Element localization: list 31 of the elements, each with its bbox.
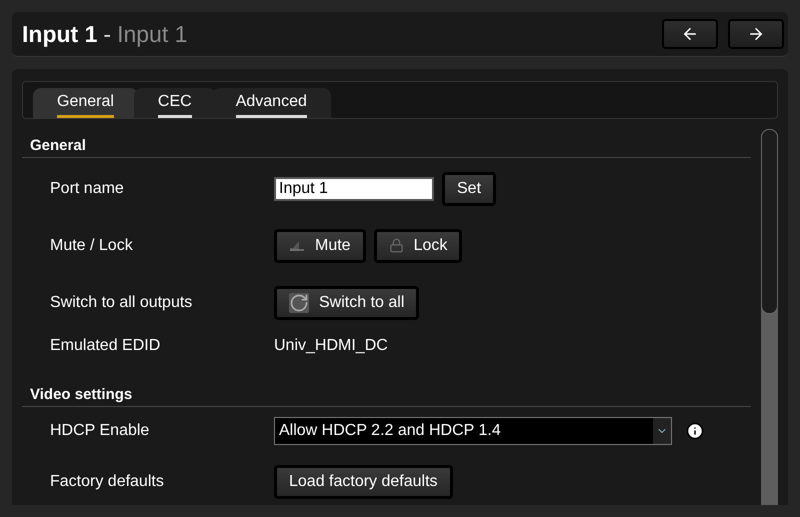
title-separator: - bbox=[103, 20, 112, 48]
speaker-muted-icon bbox=[289, 238, 305, 252]
field-label: Emulated EDID bbox=[49, 337, 162, 355]
set-button[interactable]: Set bbox=[442, 172, 496, 206]
info-icon[interactable] bbox=[686, 422, 704, 440]
previous-button[interactable] bbox=[662, 19, 718, 49]
field-value: Univ_HDMI_DC bbox=[274, 337, 388, 355]
section-heading: General bbox=[22, 135, 751, 158]
tab[interactable]: CEC bbox=[134, 88, 216, 118]
section-heading: Video settings bbox=[22, 384, 751, 407]
tab[interactable]: General bbox=[33, 88, 138, 118]
tab[interactable]: Advanced bbox=[212, 88, 331, 118]
action-button[interactable]: Load factory defaults bbox=[274, 464, 453, 498]
arrow-right-icon bbox=[747, 25, 765, 43]
hdcp-dropdown[interactable]: Allow HDCP 2.2 and HDCP 1.4 bbox=[274, 417, 672, 445]
scrollbar[interactable] bbox=[761, 129, 778, 505]
lock-icon bbox=[388, 238, 404, 253]
page-subtitle: Input 1 bbox=[117, 20, 188, 48]
scrollbar-thumb[interactable] bbox=[761, 129, 778, 314]
action-button[interactable]: Lock bbox=[374, 228, 462, 262]
field-label: Factory defaults bbox=[49, 472, 165, 490]
next-button[interactable] bbox=[728, 19, 784, 49]
port-name-field[interactable]: Input 1 bbox=[274, 176, 434, 200]
refresh-icon bbox=[289, 292, 309, 312]
field-label: Switch to all outputs bbox=[49, 294, 194, 312]
field-label: Mute / Lock bbox=[49, 236, 134, 254]
action-button[interactable]: Mute bbox=[274, 228, 366, 262]
field-label: Port name bbox=[49, 180, 125, 198]
page-title: Input 1 bbox=[22, 20, 98, 48]
field-label: HDCP Enable bbox=[49, 422, 150, 440]
action-button[interactable]: Switch to all bbox=[274, 286, 420, 320]
